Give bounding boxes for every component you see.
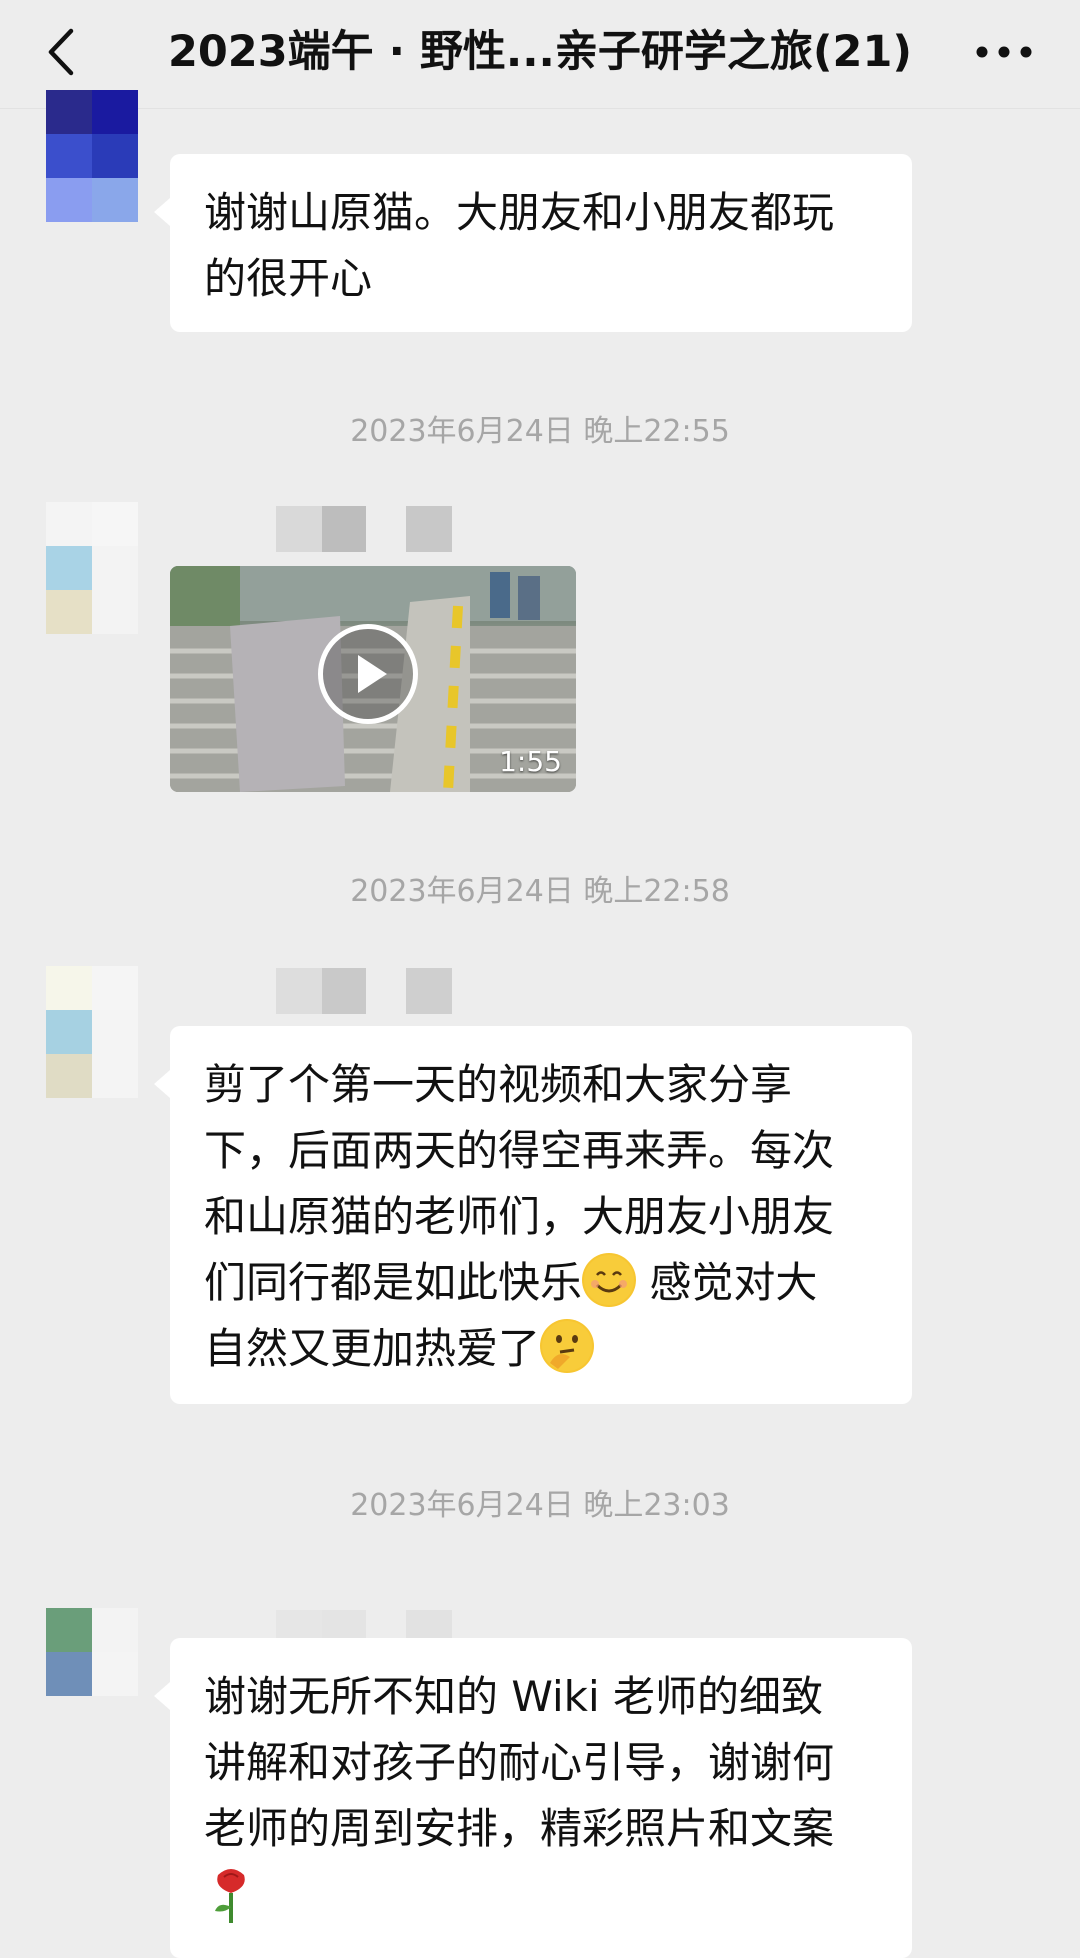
smiling-face-emoji [582,1253,637,1307]
message-text-line: 下，后面两天的得空再来弄。每次 [204,1126,835,1175]
message-text: 感觉对大 [636,1258,818,1307]
message-text-line: 和山原猫的老师们，大朋友小朋友 [204,1192,835,1241]
rose-emoji [204,1865,258,1923]
chat-title: 2023端午 · 野性...亲子研学之旅(21) [167,27,913,77]
more-dots-icon [976,46,1032,58]
message-text: 自然又更加热爱了 [204,1324,541,1373]
timestamp: 2023年6月24日 晚上23:03 [350,1488,730,1523]
thinking-face-emoji-glyph [542,1321,593,1371]
message-text-line: 谢谢无所不知的 Wiki 老师的细致 [204,1672,823,1721]
message-bubble[interactable]: 谢谢无所不知的 Wiki 老师的细致 讲解和对孩子的耐心引导，谢谢何 老师的周到… [154,1638,912,1958]
message-text-line: 剪了个第一天的视频和大家分享 [204,1060,793,1109]
message-text-line: 谢谢山原猫。大朋友和小朋友都玩 [204,188,835,237]
avatar[interactable] [46,90,138,222]
message-text-line: 的很开心 [204,254,373,303]
video-message[interactable]: 1:55 [170,566,576,792]
message-bubble[interactable]: 剪了个第一天的视频和大家分享 下，后面两天的得空再来弄。每次 和山原猫的老师们，… [154,1026,912,1404]
message-text: 们同行都是如此快乐 [204,1258,583,1307]
play-icon [358,655,387,693]
thinking-face-emoji [540,1319,595,1373]
chat-header: 2023端午 · 野性...亲子研学之旅(21) [0,0,1080,109]
message-text-line-with-emoji: 们同行都是如此快乐 感觉对大 [204,1250,878,1316]
back-button[interactable] [30,22,90,82]
message-text-line-with-emoji: 自然又更加热爱了 [204,1316,878,1382]
avatar[interactable] [46,1608,138,1696]
play-button[interactable] [318,624,418,724]
message-text-line: 讲解和对孩子的耐心引导，谢谢何 [204,1738,835,1787]
timestamp: 2023年6月24日 晚上22:58 [350,874,730,909]
avatar[interactable] [46,966,138,1098]
message-text-line-with-emoji [204,1862,878,1923]
message-bubble[interactable]: 谢谢山原猫。大朋友和小朋友都玩 的很开心 [154,154,912,332]
more-button[interactable] [964,22,1044,82]
sender-nickname [180,506,452,552]
avatar[interactable] [46,502,138,634]
timestamp: 2023年6月24日 晚上22:55 [350,414,730,449]
rose-emoji-glyph [215,1869,245,1923]
smiling-face-emoji-glyph [584,1255,635,1305]
message-text-line: 老师的周到安排，精彩照片和文案 [204,1804,835,1853]
chevron-left-icon [48,28,74,76]
video-duration: 1:55 [499,745,562,778]
sender-nickname [180,968,452,1014]
